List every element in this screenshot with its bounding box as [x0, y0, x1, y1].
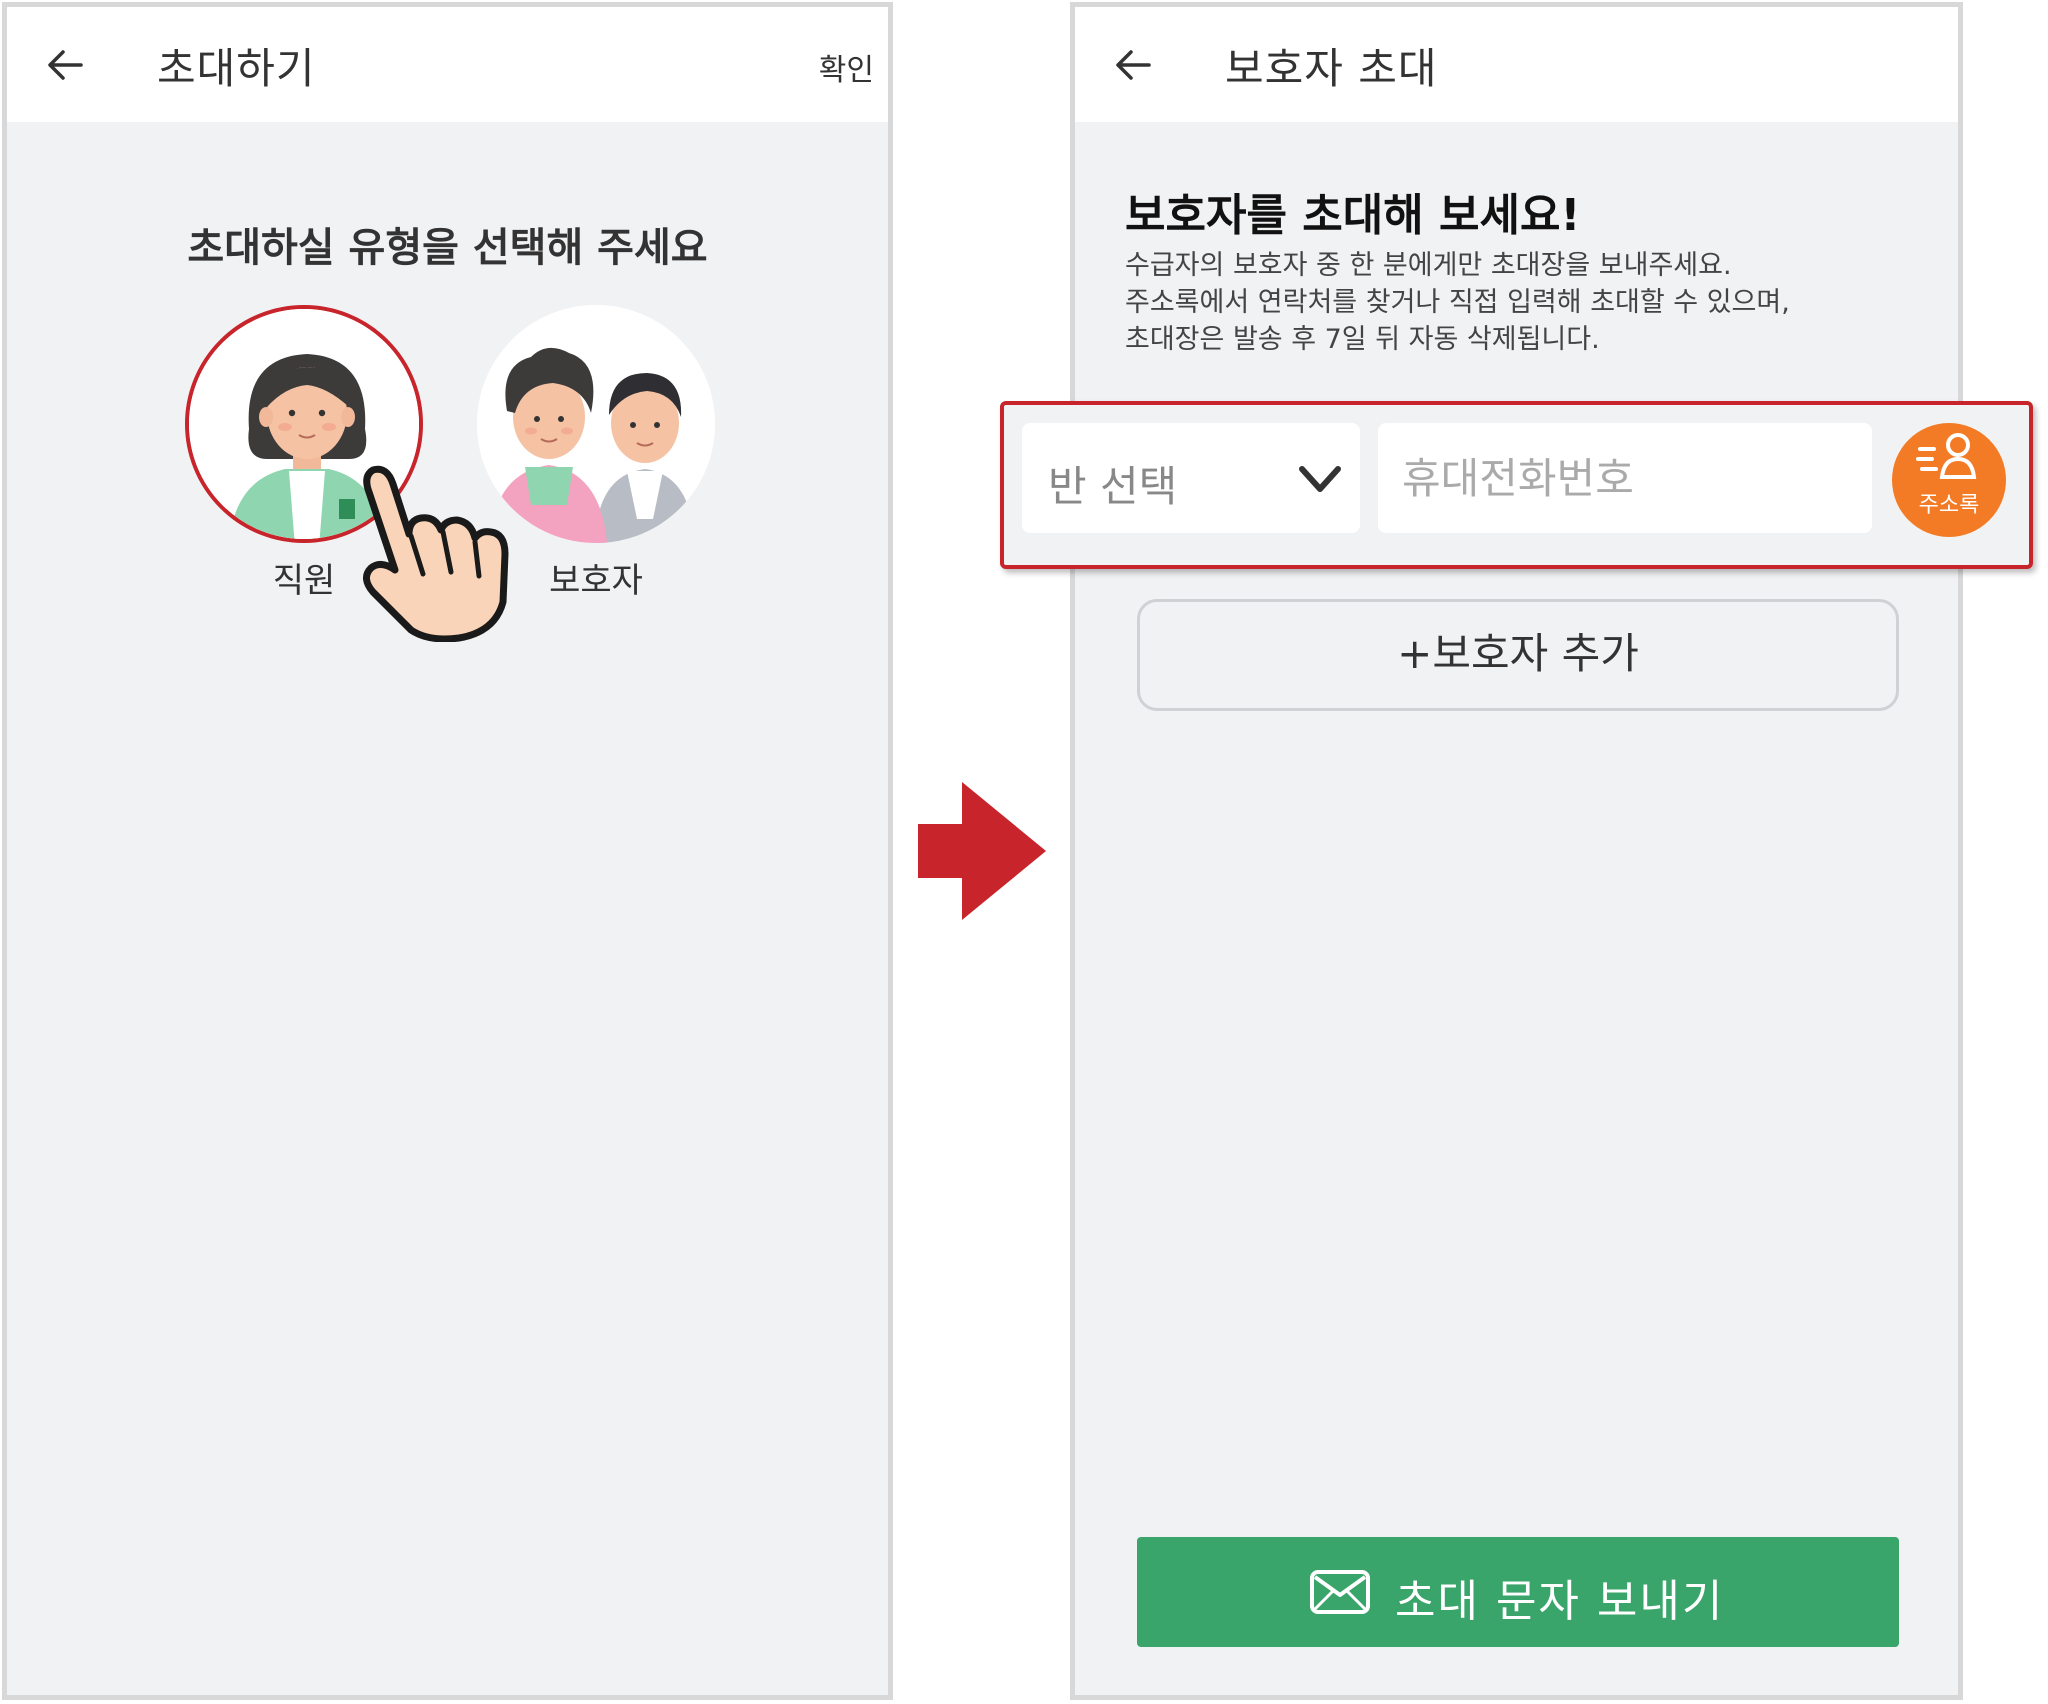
left-screen: 초대하기 확인 초대하실 유형을 선택해 주세요 직원 보호자: [2, 2, 893, 1700]
send-invite-label: 초대 문자 보내기: [1395, 1576, 1725, 1627]
send-invite-button[interactable]: 초대 문자 보내기: [1137, 1537, 1899, 1647]
description-line: 주소록에서 연락처를 찾거나 직접 입력해 초대할 수 있으며,: [1125, 287, 1790, 318]
invite-description: 수급자의 보호자 중 한 분에게만 초대장을 보내주세요. 주소록에서 연락처를…: [1125, 247, 1925, 358]
chevron-down-icon: [1299, 466, 1341, 492]
page-title: 보호자 초대: [1225, 44, 1438, 93]
next-arrow-icon: [918, 782, 1046, 920]
contacts-button[interactable]: 주소록: [1892, 423, 2006, 537]
right-screen: 보호자 초대 보호자를 초대해 보세요! 수급자의 보호자 중 한 분에게만 초…: [1000, 2, 2033, 1700]
contacts-icon: [1916, 433, 1977, 479]
app-bar: 보호자 초대: [1075, 7, 1958, 122]
add-guardian-button[interactable]: +보호자 추가: [1137, 599, 1899, 711]
class-select-label: 반 선택: [1048, 462, 1178, 511]
description-line: 초대장은 발송 후 7일 뒤 자동 삭제됩니다.: [1125, 324, 1600, 355]
pointer-hand-icon: [363, 465, 509, 642]
mail-icon: [1310, 1570, 1370, 1614]
invite-heading: 보호자를 초대해 보세요!: [1125, 190, 1581, 241]
selection-prompt: 초대하실 유형을 선택해 주세요: [187, 225, 708, 271]
phone-number-input[interactable]: [1378, 423, 1872, 533]
contacts-label: 주소록: [1918, 493, 1980, 518]
back-arrow-icon[interactable]: [41, 41, 89, 89]
confirm-button[interactable]: 확인: [819, 45, 874, 89]
description-line: 수급자의 보호자 중 한 분에게만 초대장을 보내주세요.: [1125, 250, 1732, 281]
page-title: 초대하기: [157, 44, 316, 93]
guardian-entry-row: 반 선택 주소록: [1000, 401, 2033, 569]
back-arrow-icon[interactable]: [1109, 41, 1157, 89]
app-bar: 초대하기 확인: [7, 7, 888, 122]
class-select-dropdown[interactable]: 반 선택: [1022, 423, 1360, 533]
